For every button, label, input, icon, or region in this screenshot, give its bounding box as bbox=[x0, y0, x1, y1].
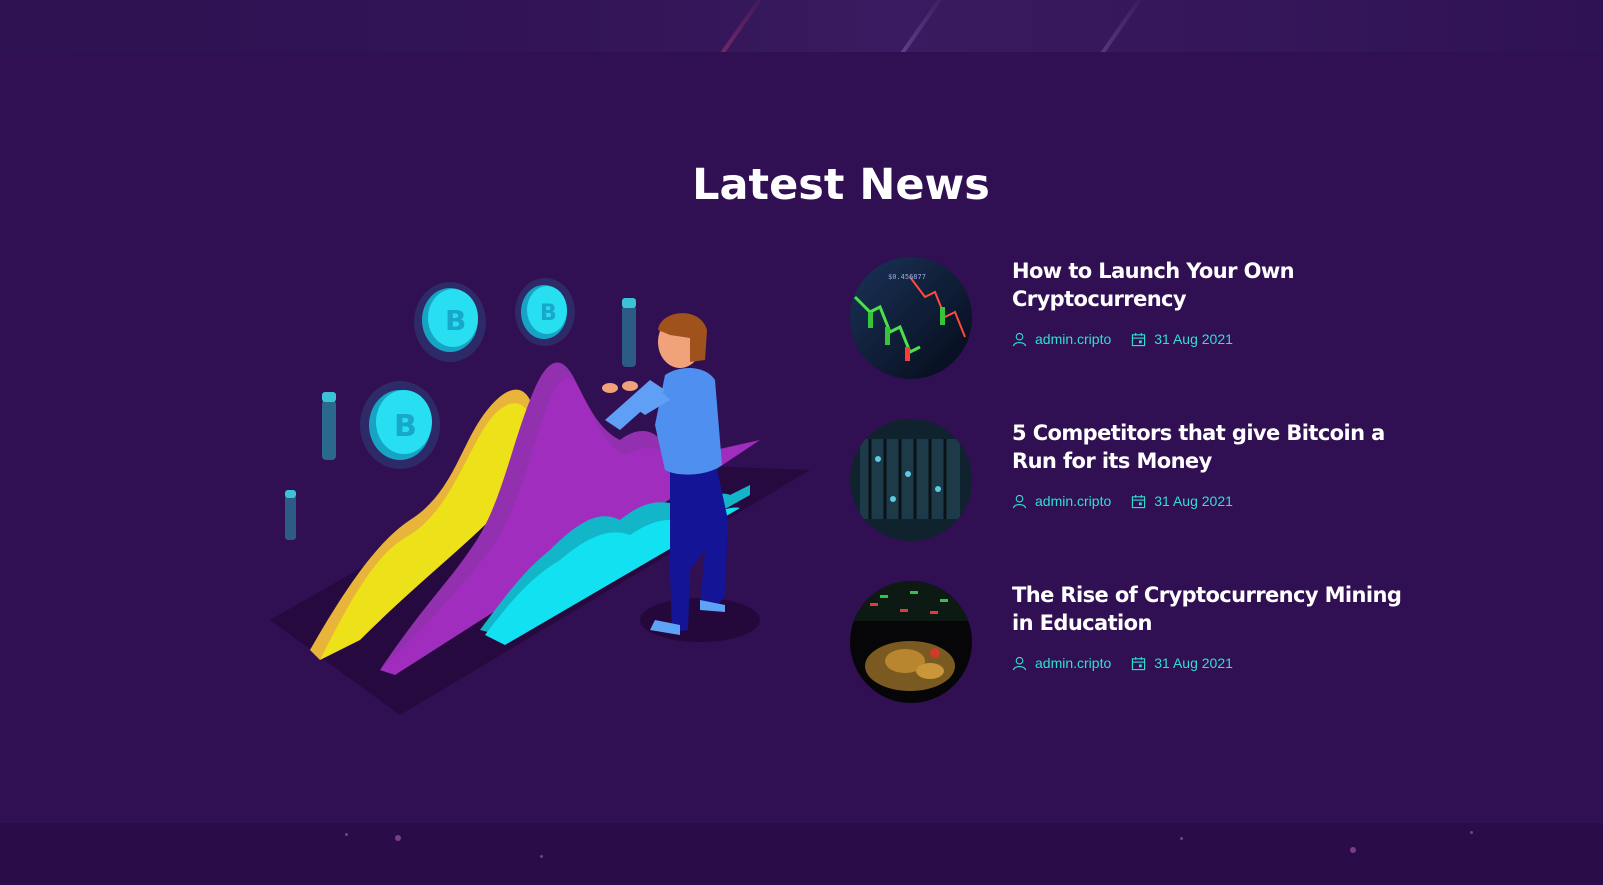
news-item[interactable]: The Rise of Cryptocurrency Mining in Edu… bbox=[850, 581, 1450, 706]
author-name: admin.cripto bbox=[1035, 331, 1112, 347]
top-decorative-band bbox=[0, 0, 1603, 52]
svg-text:$0.456877: $0.456877 bbox=[888, 273, 926, 281]
mining-rig-thumbnail[interactable] bbox=[850, 419, 972, 541]
publish-date: 31 Aug 2021 bbox=[1154, 331, 1233, 347]
user-icon bbox=[1012, 656, 1027, 670]
calendar-icon bbox=[1132, 656, 1146, 670]
sparkle-dot bbox=[1470, 831, 1473, 834]
news-item[interactable]: $0.456877 How to Launch Your Own Cryptoc… bbox=[850, 257, 1450, 382]
bottom-decorative-band bbox=[0, 823, 1603, 885]
svg-text:B: B bbox=[394, 409, 417, 444]
author-link[interactable]: admin.cripto bbox=[1012, 331, 1111, 347]
sparkle-dot bbox=[540, 855, 543, 858]
news-headline[interactable]: The Rise of Cryptocurrency Mining in Edu… bbox=[1012, 581, 1412, 637]
news-meta: admin.cripto 31 Aug 2021 bbox=[1012, 654, 1253, 672]
calendar-icon bbox=[1132, 494, 1146, 508]
sparkle-dot bbox=[395, 835, 401, 841]
author-link[interactable]: admin.cripto bbox=[1012, 493, 1111, 509]
user-icon bbox=[1012, 332, 1027, 346]
section-title: Latest News bbox=[692, 160, 990, 210]
svg-text:B: B bbox=[445, 304, 466, 337]
publish-date: 31 Aug 2021 bbox=[1154, 655, 1233, 671]
bitcoin-coins-thumbnail[interactable] bbox=[850, 581, 972, 703]
author-name: admin.cripto bbox=[1035, 493, 1112, 509]
news-meta: admin.cripto 31 Aug 2021 bbox=[1012, 330, 1253, 348]
sparkle-dot bbox=[345, 833, 348, 836]
user-icon bbox=[1012, 494, 1027, 508]
date-link[interactable]: 31 Aug 2021 bbox=[1131, 493, 1233, 509]
crypto-chart-illustration: B B B bbox=[270, 278, 810, 715]
bitcoin-coin-icon: B bbox=[414, 282, 486, 362]
date-link[interactable]: 31 Aug 2021 bbox=[1131, 331, 1233, 347]
light-streak bbox=[714, 0, 770, 52]
publish-date: 31 Aug 2021 bbox=[1154, 493, 1233, 509]
light-streak bbox=[1094, 0, 1150, 52]
bitcoin-coin-icon: B bbox=[360, 381, 440, 469]
news-headline[interactable]: 5 Competitors that give Bitcoin a Run fo… bbox=[1012, 419, 1412, 475]
news-item[interactable]: 5 Competitors that give Bitcoin a Run fo… bbox=[850, 419, 1450, 544]
news-headline[interactable]: How to Launch Your Own Cryptocurrency bbox=[1012, 257, 1412, 313]
author-name: admin.cripto bbox=[1035, 655, 1112, 671]
light-streak bbox=[894, 0, 950, 52]
trading-chart-thumbnail[interactable]: $0.456877 bbox=[850, 257, 972, 379]
date-link[interactable]: 31 Aug 2021 bbox=[1131, 655, 1233, 671]
svg-text:B: B bbox=[540, 301, 557, 326]
sparkle-dot bbox=[1180, 837, 1183, 840]
sparkle-dot bbox=[1350, 847, 1356, 853]
author-link[interactable]: admin.cripto bbox=[1012, 655, 1111, 671]
news-meta: admin.cripto 31 Aug 2021 bbox=[1012, 492, 1253, 510]
bitcoin-coin-icon: B bbox=[515, 278, 575, 346]
calendar-icon bbox=[1132, 332, 1146, 346]
